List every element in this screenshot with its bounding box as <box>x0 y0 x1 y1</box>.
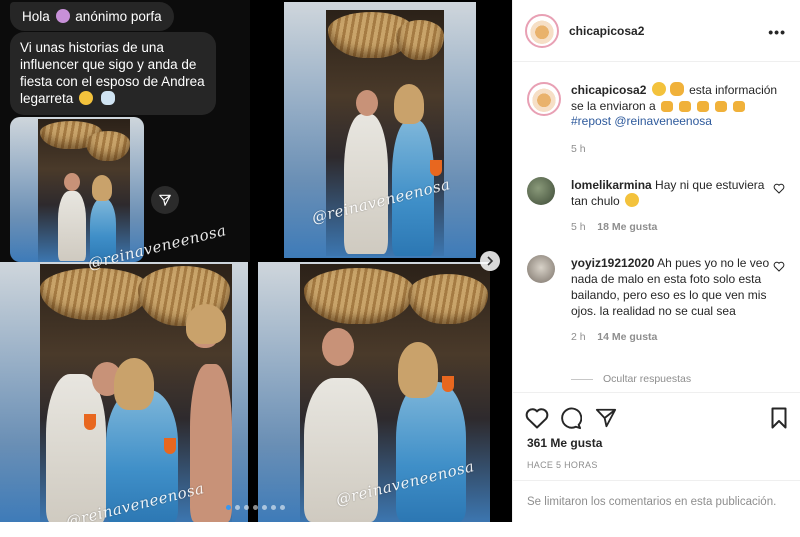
save-bookmark-icon[interactable] <box>771 407 787 434</box>
author-username[interactable]: chicapicosa2 <box>569 24 644 38</box>
post-timestamp: HACE 5 HORAS <box>527 460 598 470</box>
chat-bubble-greeting: Hola anónimo porfa <box>10 2 174 31</box>
carousel-next-button[interactable] <box>480 251 500 271</box>
like-heart-icon[interactable] <box>525 407 549 434</box>
pointing-hands-emoji-icon <box>659 100 747 112</box>
author-avatar[interactable] <box>525 14 559 48</box>
hide-replies-button[interactable]: Ocultar respuestas <box>571 373 691 385</box>
commenter-avatar[interactable] <box>527 255 555 283</box>
worried-face-emoji-icon <box>651 82 666 96</box>
post-header: chicapicosa2 ••• <box>513 0 800 62</box>
carousel-dot <box>253 505 258 510</box>
comment-like-heart-icon[interactable] <box>773 259 785 277</box>
comment-time: 2 h <box>571 331 586 343</box>
comment-like-heart-icon[interactable] <box>773 181 785 199</box>
post-sidebar: chicapicosa2 ••• chicapicosa2 esta infor… <box>512 0 800 522</box>
comment-time: 5 h <box>571 221 586 233</box>
hide-replies-label: Ocultar respuestas <box>603 373 692 385</box>
story-preview-small <box>10 117 144 262</box>
story-screenshot-bottom-left <box>0 262 248 522</box>
finger-up-emoji-icon <box>669 82 684 96</box>
dash-emoji-icon <box>100 91 115 105</box>
post-image[interactable]: Hola anónimo porfa Vi unas historias de … <box>0 0 512 522</box>
commenter-username[interactable]: yoyiz19212020 <box>571 256 654 270</box>
comment-likes[interactable]: 18 Me gusta <box>597 221 657 233</box>
carousel-dot <box>226 505 231 510</box>
more-options-icon[interactable]: ••• <box>768 24 786 40</box>
chat-greeting-prefix: Hola <box>22 9 50 24</box>
carousel-dot <box>235 505 240 510</box>
surprised-face-emoji-icon <box>79 91 94 105</box>
carousel-dot <box>280 505 285 510</box>
replies-divider <box>571 378 593 380</box>
comment-likes[interactable]: 14 Me gusta <box>597 331 657 343</box>
caption-hashtag-link[interactable]: #repost @reinaveneenosa <box>571 114 712 128</box>
share-icon[interactable] <box>151 186 179 214</box>
carousel-dots <box>226 505 285 510</box>
flushed-face-emoji-icon <box>625 193 640 207</box>
caption-username[interactable]: chicapicosa2 <box>571 83 646 97</box>
carousel-dot <box>244 505 249 510</box>
commenter-username[interactable]: lomelikarmina <box>571 178 652 192</box>
share-paper-plane-icon[interactable] <box>595 407 617 434</box>
comment-bubble-icon[interactable] <box>559 407 583 435</box>
commenter-avatar[interactable] <box>527 177 555 205</box>
carousel-dot <box>262 505 267 510</box>
carousel-dot <box>271 505 276 510</box>
chat-bubble-message: Vi unas historias de una influencer que … <box>10 32 216 115</box>
caption-author-avatar[interactable] <box>527 82 561 116</box>
likes-count[interactable]: 361 Me gusta <box>527 436 602 450</box>
chat-greeting-suffix: anónimo porfa <box>75 9 162 24</box>
caption-time: 5 h <box>571 142 586 155</box>
waving-hand-emoji-icon <box>55 9 70 23</box>
comments-limited-notice: Se limitaron los comentarios en esta pub… <box>513 480 800 522</box>
